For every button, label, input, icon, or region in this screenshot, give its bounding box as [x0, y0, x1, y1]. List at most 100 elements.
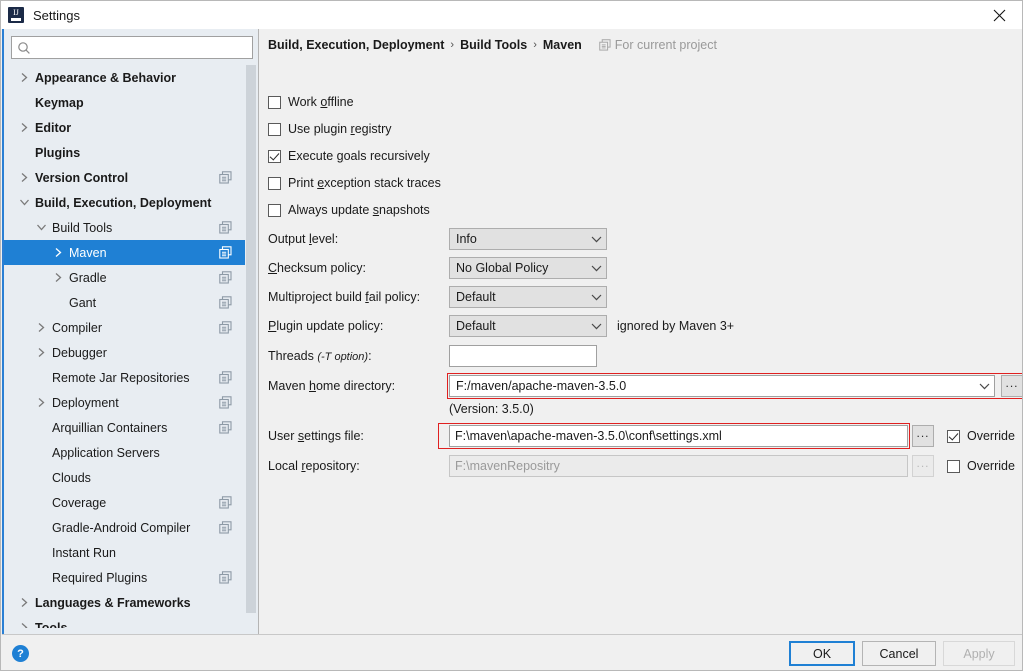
- maven-home-combobox[interactable]: F:/maven/apache-maven-3.5.0: [449, 375, 995, 397]
- close-icon[interactable]: [977, 1, 1022, 29]
- field-multiproject-build-fail-policy: Multiproject build fail policy: Default: [268, 286, 1008, 308]
- user-settings-input[interactable]: [449, 425, 908, 447]
- project-scope-icon: [219, 421, 232, 434]
- user-settings-label: User settings file:: [268, 429, 364, 443]
- sidebar-item-editor[interactable]: Editor: [4, 115, 245, 140]
- search-box[interactable]: [11, 36, 253, 59]
- sidebar-item-label: Instant Run: [52, 545, 116, 560]
- cancel-button[interactable]: Cancel: [862, 641, 936, 666]
- sidebar-item-plugins[interactable]: Plugins: [4, 140, 245, 165]
- sidebar-item-label: Debugger: [52, 345, 107, 360]
- sidebar-item-label: Coverage: [52, 495, 107, 510]
- sidebar-item-keymap[interactable]: Keymap: [4, 90, 245, 115]
- user-settings-override-checkbox[interactable]: [947, 429, 960, 443]
- chevron-right-icon[interactable]: [35, 347, 47, 359]
- checkbox-box[interactable]: [268, 203, 281, 217]
- chevron-down-icon: [586, 258, 606, 278]
- sidebar-item-version-control[interactable]: Version Control: [4, 165, 245, 190]
- breadcrumb-crumb: Build, Execution, Deployment: [268, 38, 445, 52]
- combobox-output-level[interactable]: Info: [449, 228, 607, 250]
- sidebar-item-build-execution-deployment[interactable]: Build, Execution, Deployment: [4, 190, 245, 215]
- sidebar-item-label: Gant: [69, 295, 97, 310]
- checkbox-box[interactable]: [268, 95, 281, 109]
- sidebar-item-label: Deployment: [52, 395, 119, 410]
- chevron-right-icon[interactable]: [18, 72, 30, 84]
- chevron-right-icon[interactable]: [35, 322, 47, 334]
- sidebar-item-label: Application Servers: [52, 445, 160, 460]
- breadcrumb-scope: For current project: [599, 38, 717, 52]
- sidebar-item-compiler[interactable]: Compiler: [4, 315, 245, 340]
- chevron-right-icon[interactable]: [18, 122, 30, 134]
- sidebar-item-required-plugins[interactable]: Required Plugins: [4, 565, 245, 590]
- sidebar-item-label: Build, Execution, Deployment: [35, 195, 212, 210]
- settings-tree-list: Appearance & Behavior Keymap Editor Plugins…: [4, 65, 245, 628]
- combobox-plugin-update-policy[interactable]: Default: [449, 315, 607, 337]
- chevron-right-icon[interactable]: [35, 397, 47, 409]
- breadcrumb-separator: ›: [450, 39, 455, 51]
- checkbox-box[interactable]: [268, 149, 281, 163]
- sidebar-item-appearance-behavior[interactable]: Appearance & Behavior: [4, 65, 245, 90]
- sidebar-item-languages-frameworks[interactable]: Languages & Frameworks: [4, 590, 245, 615]
- sidebar-scrollbar-thumb[interactable]: [246, 65, 256, 613]
- sidebar-item-instant-run[interactable]: Instant Run: [4, 540, 245, 565]
- checkbox-box[interactable]: [268, 176, 281, 190]
- sidebar-item-maven[interactable]: Maven: [4, 240, 245, 265]
- chevron-right-icon[interactable]: [18, 172, 30, 184]
- local-repository-override-checkbox[interactable]: [947, 459, 960, 473]
- user-settings-row: User settings file: ... Override: [268, 423, 1018, 449]
- sidebar-item-remote-jar-repositories[interactable]: Remote Jar Repositories: [4, 365, 245, 390]
- settings-sidebar: Appearance & Behavior Keymap Editor Plugins…: [2, 29, 259, 634]
- local-repository-override-label: Override: [967, 459, 1015, 473]
- sidebar-item-label: Build Tools: [52, 220, 113, 235]
- chevron-down-icon[interactable]: [35, 222, 47, 234]
- sidebar-item-coverage[interactable]: Coverage: [4, 490, 245, 515]
- threads-row: Threads (-T option):: [268, 345, 1008, 367]
- sidebar-item-debugger[interactable]: Debugger: [4, 340, 245, 365]
- chevron-right-icon[interactable]: [18, 622, 30, 628]
- sidebar-item-label: Clouds: [52, 470, 91, 485]
- breadcrumb-crumb: Build Tools: [460, 38, 528, 52]
- field-label: Multiproject build fail policy:: [268, 290, 421, 304]
- combobox-value: Info: [456, 232, 477, 246]
- chevron-down-icon[interactable]: [18, 197, 30, 209]
- help-button[interactable]: ?: [12, 645, 29, 662]
- checkbox-execute-goals-recursively[interactable]: Execute goals recursively: [268, 147, 430, 165]
- sidebar-item-gradle[interactable]: Gradle: [4, 265, 245, 290]
- ok-button[interactable]: OK: [789, 641, 855, 666]
- local-repository-override-row[interactable]: Override: [947, 455, 1015, 477]
- combobox-checksum-policy[interactable]: No Global Policy: [449, 257, 607, 279]
- checkbox-always-update-snapshots[interactable]: Always update snapshots: [268, 201, 430, 219]
- maven-home-row: Maven home directory: F:/maven/apache-ma…: [268, 373, 1022, 399]
- project-scope-icon: [219, 321, 232, 334]
- sidebar-item-build-tools[interactable]: Build Tools: [4, 215, 245, 240]
- chevron-right-icon[interactable]: [18, 597, 30, 609]
- threads-input[interactable]: [449, 345, 597, 367]
- chevron-down-icon: [586, 316, 606, 336]
- field-output-level: Output level: Info: [268, 228, 1008, 250]
- combobox-multiproject-build-fail-policy[interactable]: Default: [449, 286, 607, 308]
- checkbox-use-plugin-registry[interactable]: Use plugin registry: [268, 120, 392, 138]
- search-input[interactable]: [31, 38, 247, 57]
- sidebar-item-application-servers[interactable]: Application Servers: [4, 440, 245, 465]
- chevron-right-icon[interactable]: [52, 272, 64, 284]
- sidebar-item-gant[interactable]: Gant: [4, 290, 245, 315]
- sidebar-item-gradle-android-compiler[interactable]: Gradle-Android Compiler: [4, 515, 245, 540]
- sidebar-item-deployment[interactable]: Deployment: [4, 390, 245, 415]
- sidebar-item-label: Languages & Frameworks: [35, 595, 191, 610]
- chevron-right-icon[interactable]: [52, 247, 64, 259]
- user-settings-browse-button[interactable]: ...: [912, 425, 934, 447]
- apply-button[interactable]: Apply: [943, 641, 1015, 666]
- checkbox-box[interactable]: [268, 122, 281, 136]
- settings-dialog: IJ Settings Appearance & Behavior Keymap…: [0, 0, 1023, 671]
- project-scope-icon: [219, 296, 232, 309]
- checkbox-print-exception-stack-traces[interactable]: Print exception stack traces: [268, 174, 441, 192]
- checkbox-work-offline[interactable]: Work offline: [268, 93, 354, 111]
- checkbox-label: Execute goals recursively: [288, 149, 430, 163]
- maven-home-browse-button[interactable]: ...: [1001, 375, 1022, 397]
- user-settings-override-row[interactable]: Override: [947, 425, 1015, 447]
- sidebar-item-tools[interactable]: Tools: [4, 615, 245, 628]
- maven-settings-panel: Build, Execution, Deployment › Build Tools…: [259, 29, 1022, 634]
- sidebar-item-arquillian-containers[interactable]: Arquillian Containers: [4, 415, 245, 440]
- sidebar-item-clouds[interactable]: Clouds: [4, 465, 245, 490]
- maven-version-note: (Version: 3.5.0): [449, 402, 534, 416]
